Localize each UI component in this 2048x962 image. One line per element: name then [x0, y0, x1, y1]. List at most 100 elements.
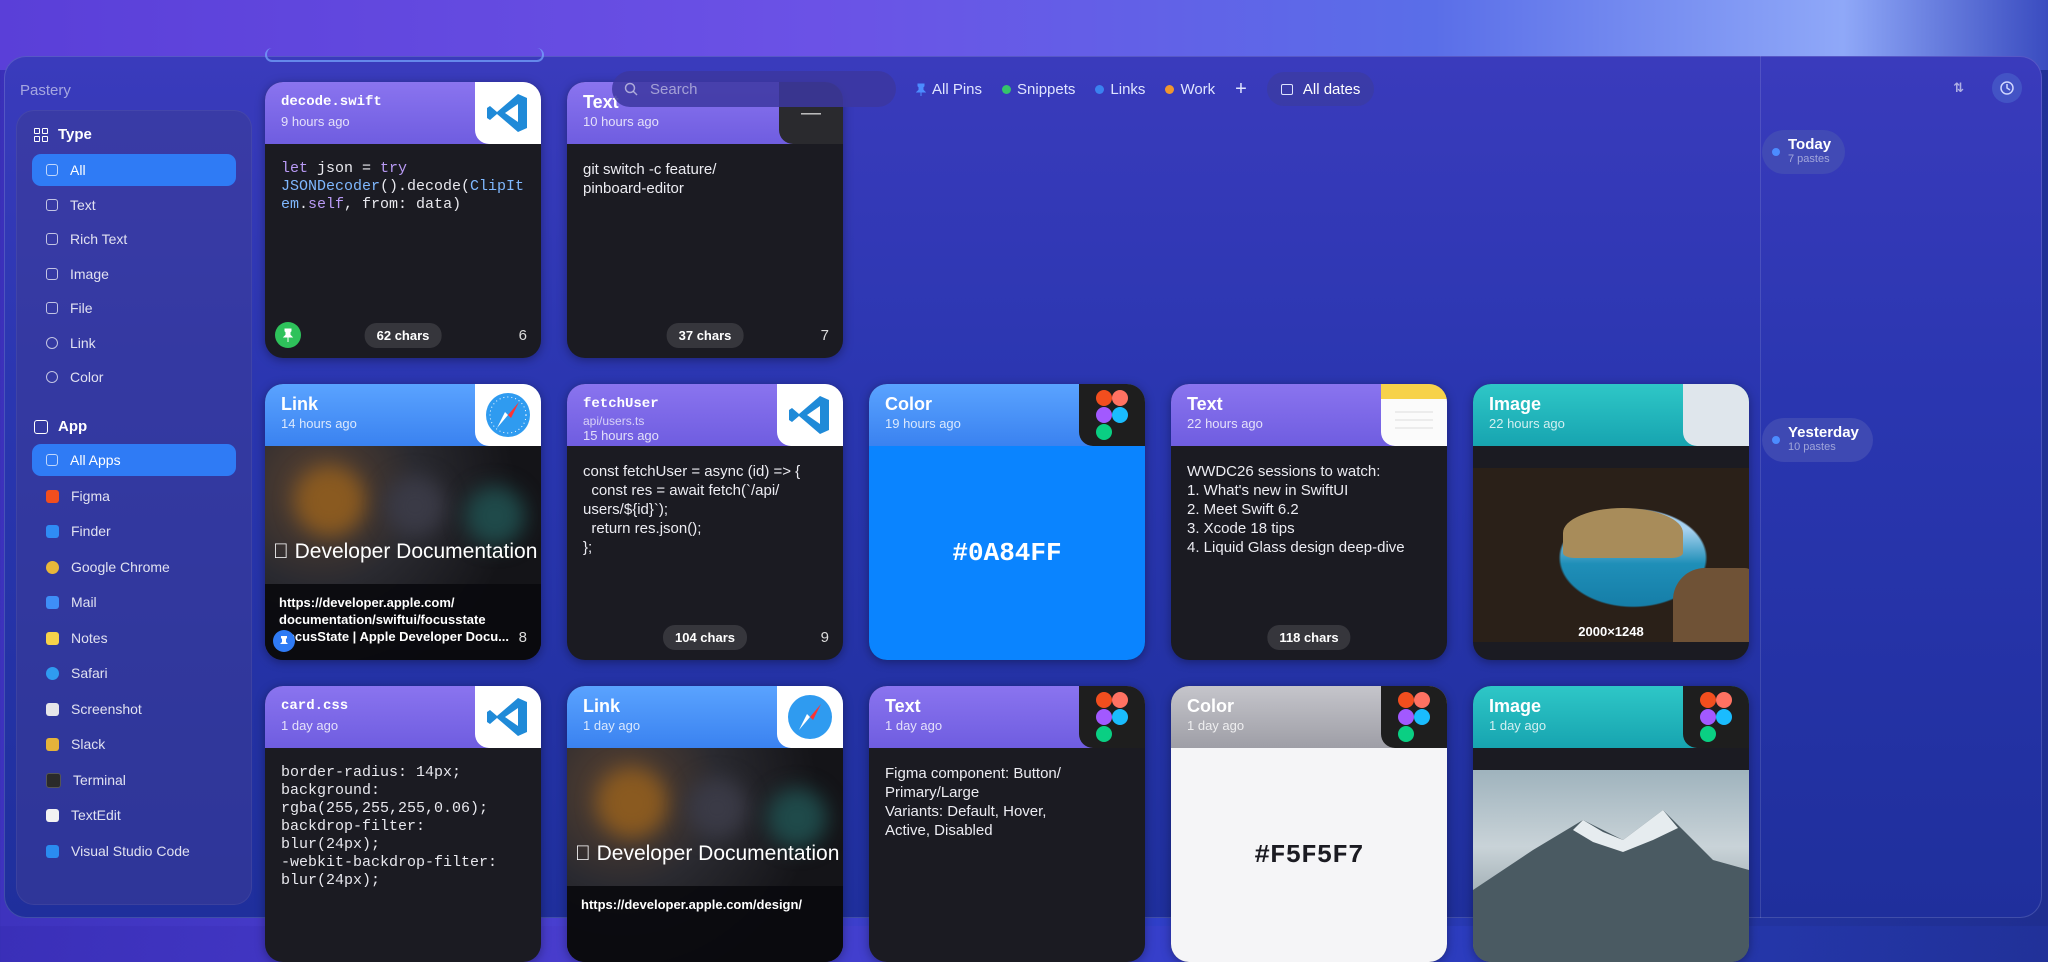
doc-text-icon	[46, 199, 58, 211]
dates-filter-button[interactable]: All dates	[1266, 72, 1375, 106]
search-icon	[624, 82, 638, 96]
sidebar-item-terminal[interactable]: Terminal	[32, 764, 236, 796]
filter-snippets[interactable]: Snippets	[1002, 81, 1075, 98]
sidebar-item-link[interactable]: Link	[32, 327, 236, 359]
sidebar-item-text[interactable]: Text	[32, 189, 236, 221]
card-header: Text 1 day ago	[869, 686, 1145, 748]
grid-icon	[34, 127, 48, 142]
sidebar-item-label: TextEdit	[71, 807, 121, 823]
sidebar-item-textedit[interactable]: TextEdit	[32, 799, 236, 831]
card-header: Link 1 day ago	[567, 686, 843, 748]
color-swatch: #F5F5F7	[1171, 748, 1447, 962]
filter-work[interactable]: Work	[1165, 81, 1215, 98]
mail-app-icon	[46, 595, 59, 609]
sidebar-item-label: Link	[70, 335, 96, 351]
sidebar-item-vscode[interactable]: Visual Studio Code	[32, 835, 236, 867]
figma-app-icon	[46, 489, 59, 503]
pin-icon[interactable]	[273, 630, 295, 652]
link-url-bar: https://developer.apple.com/design/	[567, 886, 843, 962]
filter-all-pins[interactable]: All Pins	[916, 81, 982, 98]
sidebar-item-file[interactable]: File	[32, 292, 236, 324]
sidebar-item-google-chrome[interactable]: Google Chrome	[32, 551, 236, 583]
sidebar-item-label: File	[70, 300, 93, 316]
clip-card-css[interactable]: card.css 1 day ago border-radius: 14px; …	[265, 686, 541, 962]
sidebar-item-color[interactable]: Color	[32, 361, 236, 393]
char-count-badge: 118 chars	[1267, 625, 1351, 650]
sidebar-item-all-apps[interactable]: All Apps	[32, 444, 236, 476]
char-count-badge: 62 chars	[364, 323, 442, 348]
window-edge-highlight	[265, 48, 544, 62]
timeline-today[interactable]: Today 7 pastes	[1762, 130, 1846, 174]
search-input[interactable]	[648, 79, 872, 99]
mountain-photo	[1473, 770, 1749, 962]
clip-card-image-coast[interactable]: Image 22 hours ago 2000×1248	[1473, 384, 1749, 660]
blurred-shape	[687, 778, 747, 838]
dates-label: All dates	[1302, 80, 1361, 98]
sidebar-item-label: Terminal	[73, 772, 126, 788]
sidebar-item-all[interactable]: All	[32, 154, 236, 186]
link-caption: FocusState | Apple Developer Docu...	[279, 629, 509, 644]
clip-card-wwdc-notes[interactable]: Text 22 hours ago WWDC26 sessions to wat…	[1171, 384, 1447, 660]
clip-card-link-focusstate[interactable]: Link 14 hours ago  Developer Documentat…	[265, 384, 541, 660]
sidebar-item-notes[interactable]: Notes	[32, 622, 236, 654]
sidebar-item-label: Image	[70, 266, 109, 282]
sidebar-item-label: All Apps	[70, 452, 121, 468]
clip-card-fetchuser[interactable]: fetchUser api/users.ts 15 hours ago cons…	[567, 384, 843, 660]
blurred-shape	[767, 788, 827, 848]
filter-label: Links	[1110, 80, 1146, 98]
file-icon	[46, 302, 58, 314]
safari-app-icon	[46, 666, 59, 680]
sidebar-item-label: Slack	[71, 736, 106, 752]
sidebar-item-safari[interactable]: Safari	[32, 657, 236, 689]
filter-label: All Pins	[932, 80, 983, 98]
sidebar-item-image[interactable]: Image	[32, 258, 236, 290]
sidebar-item-mail[interactable]: Mail	[32, 586, 236, 618]
screenshot-app-icon	[46, 702, 59, 716]
card-shortcut-number: 6	[518, 327, 527, 344]
sort-icon[interactable]: ⇅	[1953, 80, 1964, 96]
sidebar-item-rich-text[interactable]: Rich Text	[32, 223, 236, 255]
safari-icon	[777, 686, 843, 748]
card-code: const fetchUser = async (id) => { const …	[583, 463, 801, 556]
safari-icon	[475, 384, 541, 446]
sidebar-item-slack[interactable]: Slack	[32, 728, 236, 760]
sidebar-item-figma[interactable]: Figma	[32, 480, 236, 512]
link-url: https://developer.apple.com/design/	[581, 897, 803, 912]
sidebar-item-label: Finder	[71, 523, 111, 539]
card-header: Link 14 hours ago	[265, 384, 541, 446]
clip-card-link-design[interactable]: Link 1 day ago  Developer Documentation…	[567, 686, 843, 962]
history-icon[interactable]	[1992, 73, 2022, 103]
search-field[interactable]	[612, 71, 896, 107]
card-text: git switch -c feature/ pinboard-editor	[583, 161, 717, 197]
sidebar-item-screenshot[interactable]: Screenshot	[32, 693, 236, 725]
sidebar-item-label: Google Chrome	[71, 559, 170, 575]
type-section-header: Type	[34, 126, 92, 143]
app-title: Pastery	[20, 82, 71, 99]
clip-card-decode-swift[interactable]: decode.swift 9 hours ago let json = try …	[265, 82, 541, 358]
sidebar-item-label: Visual Studio Code	[71, 843, 190, 859]
slack-app-icon	[46, 737, 59, 751]
clip-card-figma-text[interactable]: Text 1 day ago Figma component: Button/ …	[869, 686, 1145, 962]
timeline-label: Today	[1788, 136, 1832, 153]
filter-links[interactable]: Links	[1095, 81, 1145, 98]
sidebar-item-finder[interactable]: Finder	[32, 515, 236, 547]
link-url: https://developer.apple.com/ documentati…	[279, 595, 486, 627]
clip-card-color-light[interactable]: Color 1 day ago #F5F5F7	[1171, 686, 1447, 962]
filter-label: Snippets	[1017, 80, 1076, 98]
sidebar-item-label: Notes	[71, 630, 108, 646]
add-filter-button[interactable]: +	[1235, 78, 1247, 101]
card-header: Image 22 hours ago	[1473, 384, 1749, 446]
screenshot-icon	[1683, 384, 1749, 446]
clip-card-git-text[interactable]: Text 10 hours ago — git switch -c featur…	[567, 82, 843, 358]
clip-card-color-blue[interactable]: Color 19 hours ago #0A84FF	[869, 384, 1145, 660]
card-code: let json = try JSONDecoder().decode(Clip…	[281, 160, 525, 213]
palette-icon	[46, 371, 58, 383]
timeline-yesterday[interactable]: Yesterday 10 pastes	[1762, 418, 1873, 462]
card-header: decode.swift 9 hours ago	[265, 82, 541, 144]
clip-card-image-mountain[interactable]: Image 1 day ago	[1473, 686, 1749, 962]
timeline-dot-icon	[1772, 436, 1780, 444]
timeline-label: Yesterday	[1788, 424, 1859, 441]
sidebar: Type All Text Rich Text Image File Link …	[16, 110, 252, 905]
image-dimensions: 2000×1248	[1578, 624, 1644, 639]
pin-icon[interactable]	[275, 322, 301, 348]
